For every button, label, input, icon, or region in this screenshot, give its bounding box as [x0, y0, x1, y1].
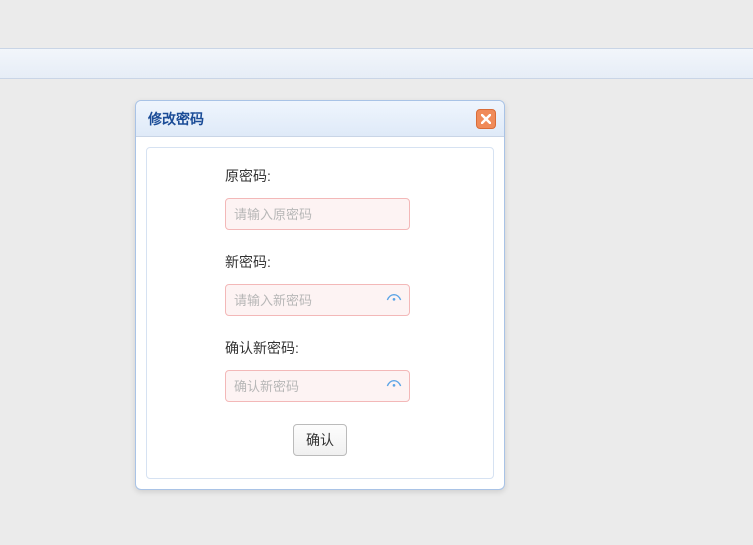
- toggle-new-password-visibility[interactable]: [384, 290, 404, 310]
- submit-row: 确认: [163, 424, 477, 456]
- old-password-input[interactable]: [225, 198, 410, 230]
- close-icon: [481, 114, 491, 124]
- change-password-dialog: 修改密码 原密码: 新密码:: [135, 100, 505, 490]
- form-panel: 原密码: 新密码: 确认新密码:: [146, 147, 494, 479]
- new-password-input-wrap: [225, 284, 410, 316]
- old-password-label: 原密码:: [225, 166, 477, 186]
- confirm-password-label: 确认新密码:: [225, 338, 477, 358]
- dialog-body: 原密码: 新密码: 确认新密码:: [136, 137, 504, 489]
- close-button[interactable]: [476, 109, 496, 129]
- dialog-title: 修改密码: [148, 109, 204, 129]
- field-confirm-password: 确认新密码:: [163, 338, 477, 402]
- field-old-password: 原密码:: [163, 166, 477, 230]
- eye-icon: [386, 378, 402, 394]
- eye-icon: [386, 292, 402, 308]
- dialog-header: 修改密码: [136, 101, 504, 137]
- submit-button[interactable]: 确认: [293, 424, 347, 456]
- toggle-confirm-password-visibility[interactable]: [384, 376, 404, 396]
- confirm-password-input-wrap: [225, 370, 410, 402]
- old-password-input-wrap: [225, 198, 410, 230]
- confirm-password-input[interactable]: [225, 370, 410, 402]
- new-password-label: 新密码:: [225, 252, 477, 272]
- field-new-password: 新密码:: [163, 252, 477, 316]
- new-password-input[interactable]: [225, 284, 410, 316]
- top-bar: [0, 48, 753, 79]
